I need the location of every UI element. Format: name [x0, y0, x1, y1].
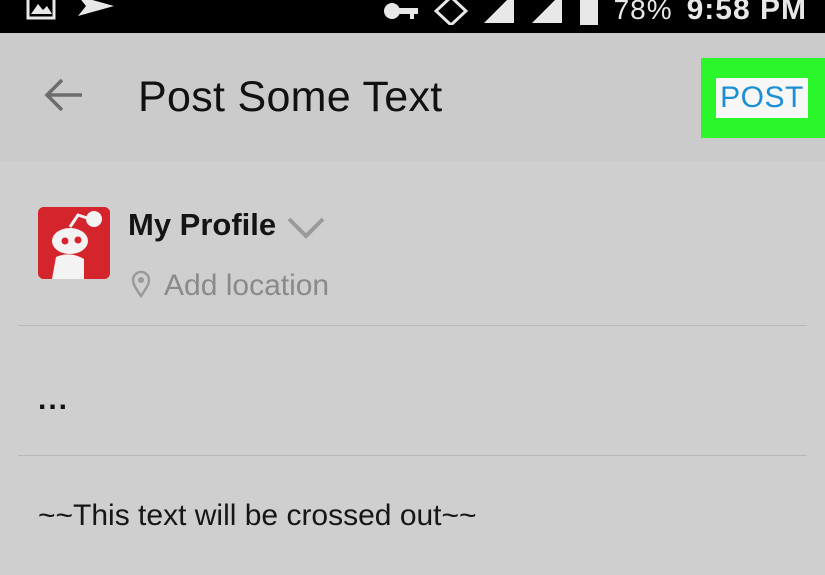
- composer-line[interactable]: ~~This text will be crossed out~~: [38, 499, 477, 533]
- page-title: Post Some Text: [138, 73, 443, 121]
- add-location[interactable]: Add location: [130, 269, 329, 303]
- status-bar-left: [26, 0, 116, 27]
- profile-name[interactable]: My Profile: [128, 207, 276, 243]
- send-icon: [76, 0, 116, 27]
- clock: 9:58 PM: [686, 0, 807, 26]
- status-bar: 78% 9:58 PM: [0, 0, 825, 33]
- reddit-alien-icon: [38, 207, 110, 279]
- image-icon: [26, 0, 56, 27]
- map-pin-icon: [130, 270, 152, 303]
- arrow-left-icon: [42, 77, 84, 118]
- battery-icon: [578, 0, 600, 30]
- app-bar: Post Some Text POST: [0, 33, 825, 161]
- divider: [18, 325, 807, 326]
- avatar[interactable]: [38, 207, 110, 279]
- composer-line[interactable]: ...: [38, 383, 69, 417]
- post-button[interactable]: POST: [716, 78, 808, 118]
- back-button[interactable]: [40, 77, 86, 117]
- divider: [18, 455, 807, 456]
- key-icon: [382, 0, 420, 30]
- composer: My Profile Add location ... ~~This text …: [0, 161, 825, 575]
- chevron-down-icon[interactable]: [286, 215, 326, 241]
- status-bar-right: 78% 9:58 PM: [382, 0, 807, 30]
- signal-icon: [530, 0, 564, 30]
- signal-icon: [482, 0, 516, 30]
- battery-level: 78%: [613, 0, 673, 25]
- data-icon: [433, 0, 468, 30]
- location-placeholder: Add location: [164, 269, 330, 302]
